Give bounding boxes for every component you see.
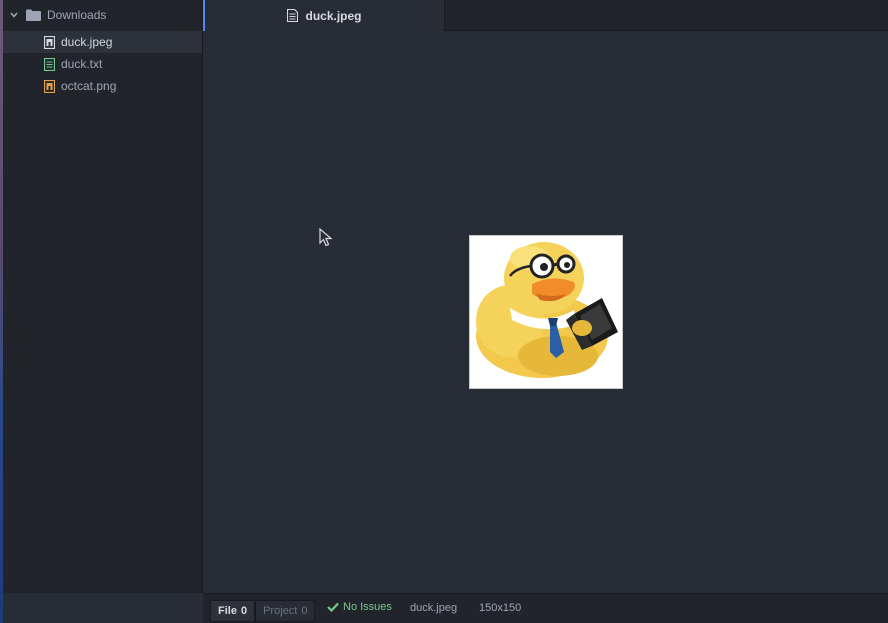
image-preview <box>469 235 623 389</box>
image-editor <box>203 31 888 593</box>
tab-bar: duck.jpeg <box>203 0 888 31</box>
tree-item-label: duck.txt <box>61 57 103 71</box>
text-file-icon <box>43 57 55 71</box>
tree-item-label: octcat.png <box>61 79 117 93</box>
no-issues-label: No Issues <box>343 601 392 613</box>
linter-tab-file-label: File <box>218 605 237 617</box>
status-image-dimensions: 150x150 <box>479 602 522 614</box>
chevron-down-icon[interactable] <box>9 10 19 20</box>
tab-duck-jpeg[interactable]: duck.jpeg <box>203 0 445 31</box>
tree-root-downloads[interactable]: Downloads <box>3 3 202 27</box>
folder-icon <box>26 9 41 21</box>
status-bar: File 0 Project 0 No Issues duck.jpeg 150… <box>203 593 888 623</box>
linter-tab-project[interactable]: Project 0 <box>255 600 316 622</box>
linter-tab-project-count: 0 <box>301 605 308 617</box>
tab-label: duck.jpeg <box>305 8 362 23</box>
linter-tab-project-label: Project <box>263 605 298 617</box>
checkmark-icon <box>327 601 339 613</box>
rubber-duck-image <box>476 242 618 378</box>
app-window: Downloads duck.jpeg duck.txt octcat.png <box>0 0 888 623</box>
linter-tab-file-count: 0 <box>240 605 248 617</box>
tree-view: Downloads duck.jpeg duck.txt octcat.png <box>3 0 203 593</box>
image-file-icon <box>43 79 55 93</box>
mouse-cursor-icon <box>319 227 333 248</box>
tree-root-label: Downloads <box>47 8 107 22</box>
linter-tabs: File 0 Project 0 <box>210 600 316 622</box>
no-issues-status[interactable]: No Issues <box>327 601 392 613</box>
status-filename[interactable]: duck.jpeg <box>410 602 457 614</box>
linter-tab-file[interactable]: File 0 <box>210 600 256 622</box>
tree-item-octcat-png[interactable]: octcat.png <box>3 75 202 97</box>
tree-item-duck-jpeg[interactable]: duck.jpeg <box>3 31 202 53</box>
text-file-icon <box>287 9 299 23</box>
tree-item-label: duck.jpeg <box>61 35 113 49</box>
tree-item-duck-txt[interactable]: duck.txt <box>3 53 202 75</box>
image-file-icon <box>43 35 55 49</box>
